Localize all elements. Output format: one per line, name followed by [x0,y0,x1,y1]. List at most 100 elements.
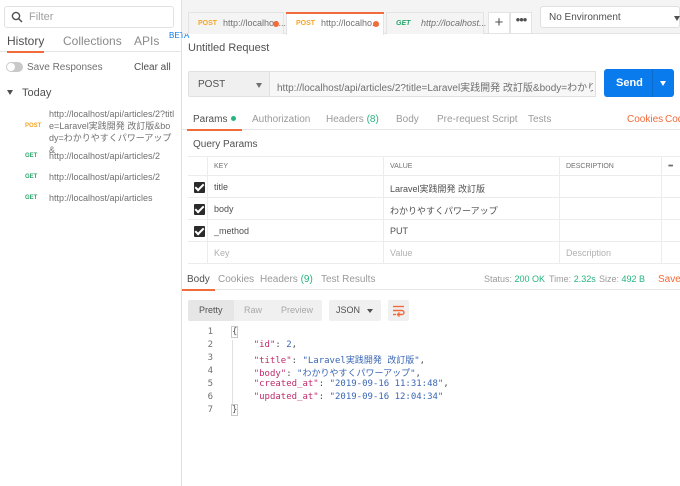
clear-all-button[interactable]: Clear all [134,62,171,73]
history-item[interactable]: POST http://localhost/api/articles/2?tit… [0,108,182,155]
wrap-lines-button[interactable] [388,300,409,321]
chevron-down-icon [256,83,262,88]
tab-method: GET [396,20,411,27]
value-cell[interactable]: わかりやすくパワーアップ [384,198,560,219]
status-label: Status: [484,274,513,284]
send-options-chevron-icon[interactable] [660,81,666,86]
header-value: VALUE [384,157,560,175]
table-more-cell[interactable]: ••• [662,157,680,175]
size-label: Size: [599,274,620,284]
environment-select[interactable]: No Environment [540,6,680,28]
tab-response-cookies[interactable]: Cookies [218,274,254,285]
code-line: 3 "title": "Laravel実践開発 改訂版", [188,353,680,366]
filter-field[interactable] [4,6,174,28]
code-line: 1 { [188,326,680,340]
tab-history[interactable]: History [7,34,45,53]
check-cell [188,176,208,197]
code-link[interactable]: Code [665,114,680,125]
json-key: "updated_at" [253,392,319,402]
format-value: JSON [336,305,361,315]
tab-response-body[interactable]: Body [182,274,215,291]
row-checkbox[interactable] [194,226,205,237]
url-input[interactable]: http://localhost/api/articles/2?title=La… [270,71,596,97]
key-cell[interactable]: body [208,198,384,219]
save-response-link[interactable]: Save [658,274,680,285]
json-key: "created_at" [253,379,319,389]
view-preview-button[interactable]: Preview [281,305,313,315]
column-header: DESCRIPTION [566,163,614,170]
value-cell[interactable]: PUT [384,220,560,241]
code-text: "title": "Laravel実践開発 改訂版", [253,356,426,366]
new-tab-button[interactable]: + [488,12,510,34]
key-cell[interactable]: title [208,176,384,197]
tab-more-button[interactable]: ••• [510,12,532,34]
environment-value: No Environment [549,12,621,23]
tab-test-results[interactable]: Test Results [321,274,375,285]
description-cell[interactable]: Description [560,242,662,263]
history-item[interactable]: GET http://localhost/api/articles [0,192,182,206]
filter-input[interactable] [29,9,169,25]
request-tab[interactable]: GET http://localhost... [386,12,487,34]
code-line: 4 "body": "わかりやすくパワーアップ", [188,366,680,379]
history-item[interactable]: GET http://localhost/api/articles/2 [0,150,182,164]
tab-apis[interactable]: APIs BETA [134,31,189,48]
history-method: GET [25,195,38,201]
view-raw-button[interactable]: Raw [244,305,262,315]
param-value: わかりやすくパワーアップ [390,206,498,216]
view-pretty-button[interactable]: Pretty [199,305,223,315]
save-responses-toggle[interactable] [6,62,23,72]
check-cell [188,242,208,263]
request-tab-active[interactable]: POST http://localho... [286,12,384,35]
time-label: Time: [549,274,572,284]
history-group-label: Today [22,87,52,99]
tab-pre-request-script[interactable]: Pre-request Script [437,114,518,125]
table-row-new: Key Value Description [188,242,680,264]
format-select[interactable]: JSON [329,300,381,321]
tab-params[interactable]: Params [186,114,243,131]
row-checkbox[interactable] [194,204,205,215]
tab-url: http://localhost... [421,18,487,28]
json-key: "id" [253,340,276,350]
headers-count: (8) [366,114,379,125]
send-divider [652,69,653,97]
more-icon[interactable]: ••• [668,163,673,170]
json-value: "2019-09-16 12:04:34" [329,392,444,402]
value-cell[interactable]: Value [384,242,560,263]
line-number: 1 [207,327,213,337]
send-button[interactable]: Send [604,69,674,97]
method-select[interactable]: POST [188,71,270,97]
json-value: "わかりやすくパワーアップ" [297,369,416,379]
tab-authorization[interactable]: Authorization [252,114,310,125]
tab-headers[interactable]: Headers (8) [326,114,379,125]
param-value: PUT [390,226,408,236]
response-body-editor[interactable]: 1 { 2 "id": 2, 3 "title": "Laravel実践開発 改… [188,326,680,417]
json-value: "Laravel実践開発 改訂版" [302,356,420,366]
column-header: VALUE [390,163,413,170]
status-readout: Status: 200 OK [484,274,545,284]
line-number: 5 [207,379,213,389]
key-cell[interactable]: _method [208,220,384,241]
tab-response-headers[interactable]: Headers (9) [260,274,313,285]
tab-collections[interactable]: Collections [63,34,122,48]
value-cell[interactable]: Laravel実践開発 改訂版 [384,176,560,197]
row-checkbox[interactable] [194,182,205,193]
history-group-today[interactable]: Today [0,86,182,102]
description-cell[interactable] [560,220,662,241]
header-description: DESCRIPTION [560,157,662,175]
request-tab[interactable]: POST http://localhos... [188,12,286,34]
request-title[interactable]: Untitled Request [188,42,269,54]
key-placeholder: Key [214,248,230,258]
history-item[interactable]: GET http://localhost/api/articles/2 [0,171,182,185]
tab-body[interactable]: Body [396,114,419,125]
description-cell[interactable] [560,198,662,219]
tab-headers-label: Headers [260,274,298,285]
description-cell[interactable] [560,176,662,197]
size-readout: Size: 492 B [599,274,645,284]
code-line: 2 "id": 2, [188,340,680,353]
tab-tests[interactable]: Tests [528,114,551,125]
line-number: 6 [207,392,213,402]
tab-url: http://localho... [321,18,380,28]
line-number: 4 [207,366,213,376]
cookies-link[interactable]: Cookies [627,114,663,125]
key-cell[interactable]: Key [208,242,384,263]
